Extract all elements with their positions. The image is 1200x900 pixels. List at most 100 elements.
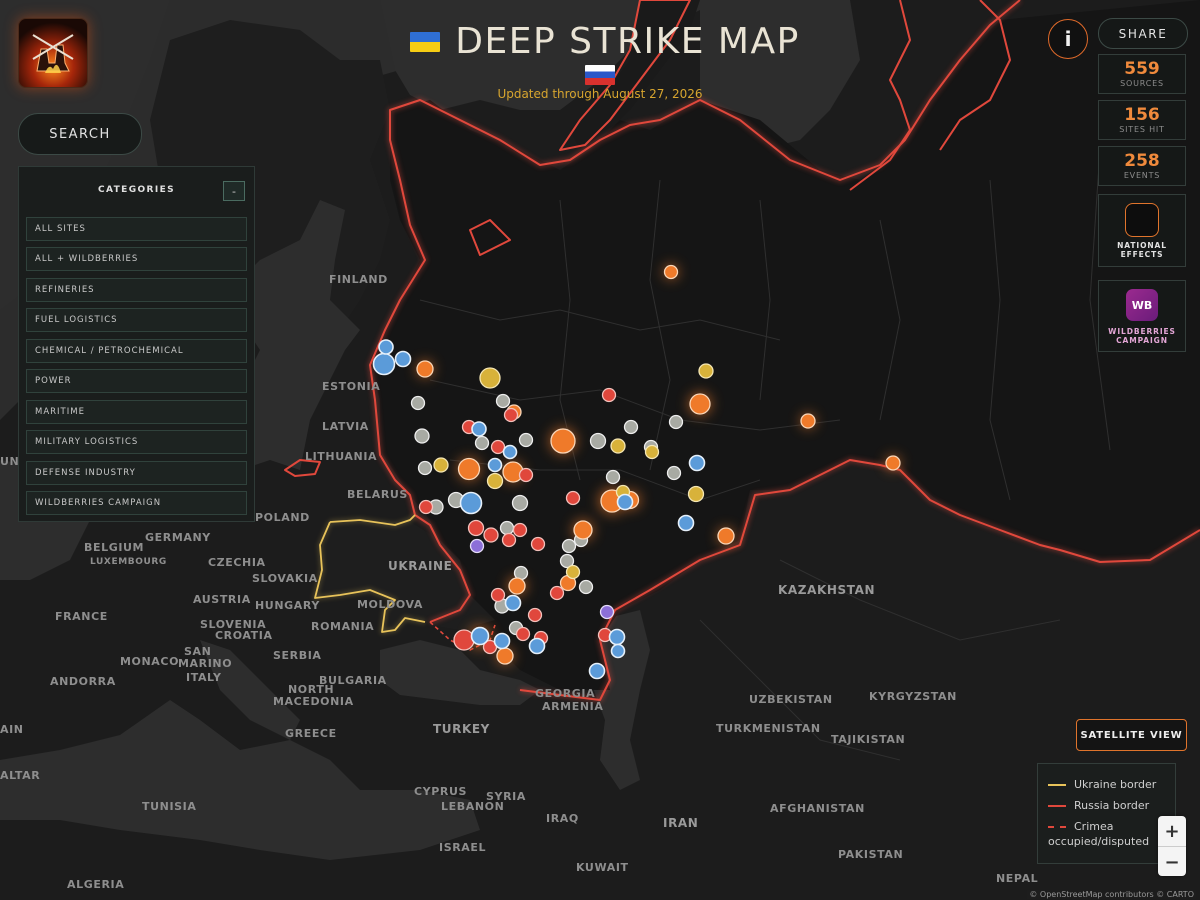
strike-marker[interactable] xyxy=(467,519,485,537)
strike-marker[interactable] xyxy=(416,360,434,378)
strike-marker[interactable] xyxy=(573,520,593,540)
strike-marker[interactable] xyxy=(410,395,426,411)
search-button[interactable]: SEARCH xyxy=(18,113,142,155)
strike-marker[interactable] xyxy=(530,536,546,552)
strike-marker[interactable] xyxy=(644,444,660,460)
strike-marker[interactable] xyxy=(717,527,735,545)
strike-marker[interactable] xyxy=(508,577,526,595)
label-croatia: CROATIA xyxy=(215,629,273,642)
strike-marker[interactable] xyxy=(565,564,581,580)
strike-marker[interactable] xyxy=(608,628,626,646)
category-military-logistics[interactable]: MILITARY LOGISTICS xyxy=(26,430,247,454)
strike-marker[interactable] xyxy=(474,435,490,451)
label-cyprus: CYPRUS xyxy=(414,785,467,798)
strike-marker[interactable] xyxy=(471,421,487,437)
strike-marker[interactable] xyxy=(504,594,522,612)
strike-marker[interactable] xyxy=(483,527,499,543)
strike-marker[interactable] xyxy=(599,604,615,620)
strike-marker[interactable] xyxy=(459,491,483,515)
strike-marker[interactable] xyxy=(689,393,711,415)
strike-marker[interactable] xyxy=(528,637,546,655)
strike-marker[interactable] xyxy=(610,643,626,659)
strike-marker[interactable] xyxy=(470,626,490,646)
strike-marker[interactable] xyxy=(610,438,626,454)
category-fuel-logistics[interactable]: FUEL LOGISTICS xyxy=(26,308,247,332)
strike-marker[interactable] xyxy=(518,467,534,483)
strike-marker[interactable] xyxy=(550,428,576,454)
wildberries-campaign-button[interactable]: WB WILDBERRIES CAMPAIGN xyxy=(1098,280,1186,352)
strike-marker[interactable] xyxy=(549,585,565,601)
strike-marker[interactable] xyxy=(469,538,485,554)
category-refineries[interactable]: REFINERIES xyxy=(26,278,247,302)
strike-marker[interactable] xyxy=(512,522,528,538)
strike-marker[interactable] xyxy=(800,413,816,429)
label-tajikistan: TAJIKISTAN xyxy=(831,733,905,746)
strike-marker[interactable] xyxy=(666,465,682,481)
category-all-wildberries[interactable]: ALL + WILDBERRIES xyxy=(26,247,247,271)
strike-marker[interactable] xyxy=(518,432,534,448)
info-button[interactable]: i xyxy=(1048,19,1088,59)
strike-marker[interactable] xyxy=(433,457,449,473)
strike-marker[interactable] xyxy=(490,439,506,455)
share-button[interactable]: SHARE xyxy=(1098,18,1188,49)
strike-marker[interactable] xyxy=(417,460,433,476)
category-wildberries-campaign[interactable]: WILDBERRIES CAMPAIGN xyxy=(26,491,247,515)
burning-refinery-logo-icon[interactable] xyxy=(18,18,88,88)
strike-marker[interactable] xyxy=(479,367,501,389)
strike-marker[interactable] xyxy=(688,454,706,472)
strike-marker[interactable] xyxy=(457,457,481,481)
strike-marker[interactable] xyxy=(616,493,634,511)
strike-marker[interactable] xyxy=(578,579,594,595)
national-effects-button[interactable]: NATIONAL EFFECTS xyxy=(1098,194,1186,267)
zoom-out-button[interactable]: − xyxy=(1158,847,1186,877)
label-uzbekistan: UZBEKISTAN xyxy=(749,693,833,706)
strike-marker[interactable] xyxy=(394,350,412,368)
strike-marker[interactable] xyxy=(565,490,581,506)
strike-marker[interactable] xyxy=(490,587,506,603)
strike-marker[interactable] xyxy=(486,472,504,490)
strike-marker[interactable] xyxy=(601,387,617,403)
strike-marker[interactable] xyxy=(496,647,514,665)
label-kuwait: KUWAIT xyxy=(576,861,629,874)
strike-marker[interactable] xyxy=(561,538,577,554)
category-power[interactable]: POWER xyxy=(26,369,247,393)
strike-marker[interactable] xyxy=(623,419,639,435)
strike-marker[interactable] xyxy=(372,352,396,376)
map-attribution[interactable]: © OpenStreetMap contributors © CARTO xyxy=(1027,890,1196,899)
strike-marker[interactable] xyxy=(885,455,901,471)
strike-marker[interactable] xyxy=(515,626,531,642)
strike-marker[interactable] xyxy=(677,514,695,532)
strike-marker[interactable] xyxy=(687,485,705,503)
strike-marker[interactable] xyxy=(588,662,606,680)
label-czechia: CZECHIA xyxy=(208,556,266,569)
strike-marker[interactable] xyxy=(503,407,519,423)
strike-marker[interactable] xyxy=(605,469,621,485)
strike-marker[interactable] xyxy=(589,432,607,450)
strike-marker[interactable] xyxy=(511,494,529,512)
strike-marker[interactable] xyxy=(698,363,714,379)
category-all-sites[interactable]: ALL SITES xyxy=(26,217,247,241)
category-defense-industry[interactable]: DEFENSE INDUSTRY xyxy=(26,461,247,485)
category-maritime[interactable]: MARITIME xyxy=(26,400,247,424)
zoom-in-button[interactable]: + xyxy=(1158,816,1186,847)
strike-marker[interactable] xyxy=(527,607,543,623)
satellite-view-button[interactable]: SATELLITE VIEW xyxy=(1076,719,1187,751)
label-north-macedonia-2: MACEDONIA xyxy=(273,695,354,708)
strike-marker[interactable] xyxy=(414,428,430,444)
strike-marker[interactable] xyxy=(663,264,679,280)
legend-crimea: Crimea xyxy=(1048,816,1165,837)
strike-marker[interactable] xyxy=(502,444,518,460)
label-denmark-partial: UN xyxy=(0,455,19,468)
strike-marker[interactable] xyxy=(418,499,434,515)
label-estonia: ESTONIA xyxy=(322,380,380,393)
strike-marker[interactable] xyxy=(499,520,515,536)
strike-marker[interactable] xyxy=(493,632,511,650)
strike-marker[interactable] xyxy=(378,339,394,355)
strike-marker[interactable] xyxy=(495,393,511,409)
strike-marker[interactable] xyxy=(501,532,517,548)
strike-marker[interactable] xyxy=(453,629,475,651)
strike-marker[interactable] xyxy=(487,457,503,473)
category-chemical-petrochemical[interactable]: CHEMICAL / PETROCHEMICAL xyxy=(26,339,247,363)
categories-collapse-button[interactable]: - xyxy=(223,181,245,201)
strike-marker[interactable] xyxy=(668,414,684,430)
